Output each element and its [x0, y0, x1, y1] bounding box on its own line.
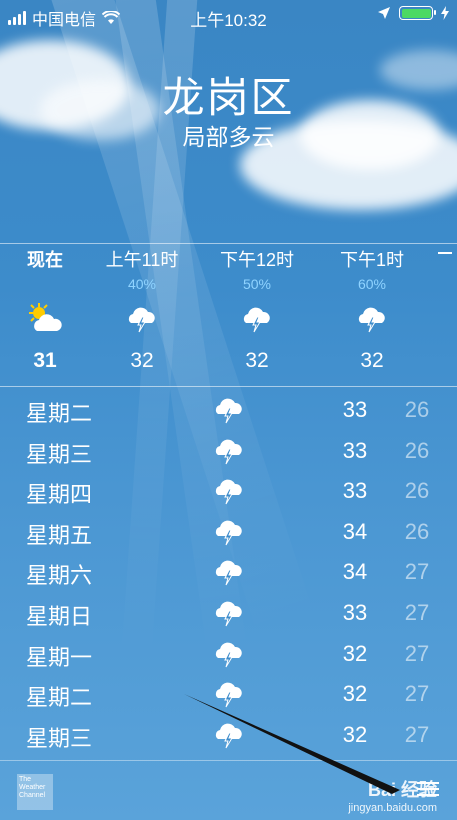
thunderstorm-icon: [358, 307, 385, 333]
daily-row: 星期三 33 26: [0, 431, 457, 472]
annotation-arrow: [184, 694, 400, 794]
watermark-sub: jingyan.baidu.com: [348, 802, 437, 814]
low-temp: 27: [404, 599, 430, 625]
divider: [0, 386, 457, 387]
day-name: 星期五: [26, 522, 93, 548]
low-temp: 26: [404, 518, 430, 544]
hour-label: 下午12时: [219, 250, 295, 270]
hourly-forecast[interactable]: 现在 31 上午11时 40% 32 下午12时 50% 32 下午1时 60%: [0, 246, 457, 386]
day-name: 星期六: [26, 563, 93, 589]
thunderstorm-icon: [215, 560, 242, 586]
low-temp: 27: [404, 640, 430, 666]
next-hour-clip: [438, 252, 452, 254]
day-name: 星期日: [26, 603, 93, 629]
weather-channel-logo[interactable]: The Weather Channel: [17, 774, 53, 810]
thunderstorm-icon: [243, 307, 270, 333]
daily-row: 星期二 33 26: [0, 390, 457, 431]
high-temp: 34: [342, 518, 368, 544]
precip-chance: 40%: [127, 276, 157, 292]
low-temp: 27: [404, 559, 430, 585]
thunderstorm-icon: [215, 398, 242, 424]
thunderstorm-icon: [215, 642, 242, 667]
hour-temp: 32: [245, 349, 269, 372]
current-condition: 局部多云: [182, 124, 275, 150]
daily-row: 星期五 34 26: [0, 512, 457, 553]
daily-row: 星期一 32 27: [0, 634, 457, 675]
high-temp: 33: [342, 478, 368, 504]
day-name: 星期二: [26, 685, 93, 711]
daily-row: 星期六 34 27: [0, 552, 457, 593]
daily-row: 星期四 33 26: [0, 471, 457, 512]
hourly-item: 下午1时 60% 32: [327, 246, 417, 376]
day-name: 星期三: [26, 441, 93, 467]
daily-row: 星期日 33 27: [0, 593, 457, 634]
partly-sunny-icon: [29, 303, 62, 331]
high-temp: 32: [342, 640, 368, 666]
hour-temp: 31: [33, 349, 57, 372]
city-list-button[interactable]: [417, 782, 439, 796]
hourly-item: 上午11时 40% 32: [97, 246, 187, 376]
status-bar: 中国电信 上午10:32: [0, 0, 457, 30]
low-temp: 26: [404, 437, 430, 463]
precip-chance: 60%: [357, 276, 387, 292]
hour-temp: 32: [130, 349, 154, 372]
precip-chance: [0, 274, 90, 294]
thunderstorm-icon: [215, 520, 242, 546]
hourly-item: 下午12时 50% 32: [212, 246, 302, 376]
hourly-item: 现在 31: [0, 246, 90, 376]
high-temp: 33: [342, 599, 368, 625]
high-temp: 33: [342, 437, 368, 463]
thunderstorm-icon: [215, 601, 242, 627]
low-temp: 26: [404, 478, 430, 504]
day-name: 星期四: [26, 482, 93, 508]
low-temp: 26: [404, 397, 430, 422]
high-temp: 34: [342, 559, 368, 585]
thunderstorm-icon: [215, 439, 242, 464]
hour-label: 下午1时: [339, 250, 404, 270]
thunderstorm-icon: [215, 479, 242, 505]
hour-label: 上午11时: [105, 250, 179, 270]
hour-temp: 32: [360, 349, 384, 372]
divider: [0, 243, 457, 244]
precip-chance: 50%: [242, 276, 272, 292]
battery-icon: [399, 6, 436, 20]
day-name: 星期二: [26, 401, 93, 426]
day-name: 星期一: [26, 644, 93, 670]
day-name: 星期三: [26, 725, 93, 751]
charging-icon: [441, 6, 449, 20]
location-arrow-icon: [378, 7, 390, 19]
location-name: 龙岗区: [162, 74, 295, 121]
hour-label: 现在: [27, 250, 63, 270]
thunderstorm-icon: [128, 307, 155, 333]
high-temp: 33: [342, 397, 368, 422]
